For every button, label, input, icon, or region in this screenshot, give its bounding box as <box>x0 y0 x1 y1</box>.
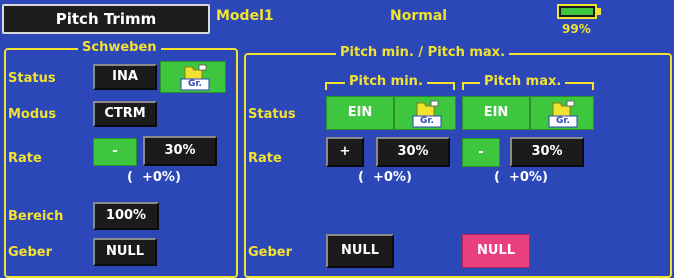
pitch-max-title: Pitch max. <box>480 74 566 89</box>
pitch-max-sign-button[interactable]: - <box>462 138 500 167</box>
schweben-modus-label: Modus <box>8 107 57 122</box>
battery-icon <box>557 4 597 19</box>
schweben-modus-button[interactable]: CTRM <box>93 101 157 127</box>
pitch-min-title: Pitch min. <box>345 74 427 89</box>
schweben-rate-button[interactable]: 30% <box>143 136 217 166</box>
pitch-max-status-button[interactable]: EIN <box>462 96 530 130</box>
pitch-min-sign-button[interactable]: + <box>326 137 364 167</box>
group-label: Gr. <box>188 79 202 89</box>
pitch-max-geber-button[interactable]: NULL <box>462 234 530 268</box>
pitch-geber-label: Geber <box>248 245 293 260</box>
schweben-rate-offset: ( +0%) <box>127 170 181 185</box>
schweben-geber-label: Geber <box>8 245 53 260</box>
pitch-max-group-button[interactable]: Gr. <box>530 96 594 130</box>
schweben-bereich-button[interactable]: 100% <box>93 202 159 230</box>
schweben-bereich-label: Bereich <box>8 209 64 224</box>
pitch-min-geber-button[interactable]: NULL <box>326 234 394 268</box>
pitch-min-status-button[interactable]: EIN <box>326 96 394 130</box>
pitch-max-rate-offset: ( +0%) <box>494 170 548 185</box>
group-label: Gr. <box>420 116 434 126</box>
pitch-status-label: Status <box>248 107 296 122</box>
schweben-status-label: Status <box>8 71 56 86</box>
group-label: Gr. <box>556 116 570 126</box>
pitch-min-rate-offset: ( +0%) <box>358 170 412 185</box>
pitch-min-group-button[interactable]: Gr. <box>394 96 456 130</box>
schweben-rate-label: Rate <box>8 151 42 166</box>
schweben-rate-sign-button[interactable]: - <box>93 138 137 166</box>
pitch-rate-label: Rate <box>248 151 282 166</box>
battery-percent: 99% <box>562 22 591 36</box>
schweben-geber-button[interactable]: NULL <box>93 238 157 266</box>
schweben-status-button[interactable]: INA <box>93 64 157 90</box>
schweben-group-button[interactable]: Gr. <box>160 61 226 93</box>
battery-tip <box>597 8 601 15</box>
pitch-min-rate-button[interactable]: 30% <box>376 137 450 167</box>
condition-name: Normal <box>390 8 448 24</box>
pitch-max-rate-button[interactable]: 30% <box>510 137 584 167</box>
pitch-frame <box>244 53 672 278</box>
model-name: Model1 <box>216 8 274 24</box>
schweben-title: Schweben <box>78 40 161 55</box>
screen-title-button[interactable]: Pitch Trimm <box>2 4 210 34</box>
pitch-title: Pitch min. / Pitch max. <box>336 45 510 60</box>
